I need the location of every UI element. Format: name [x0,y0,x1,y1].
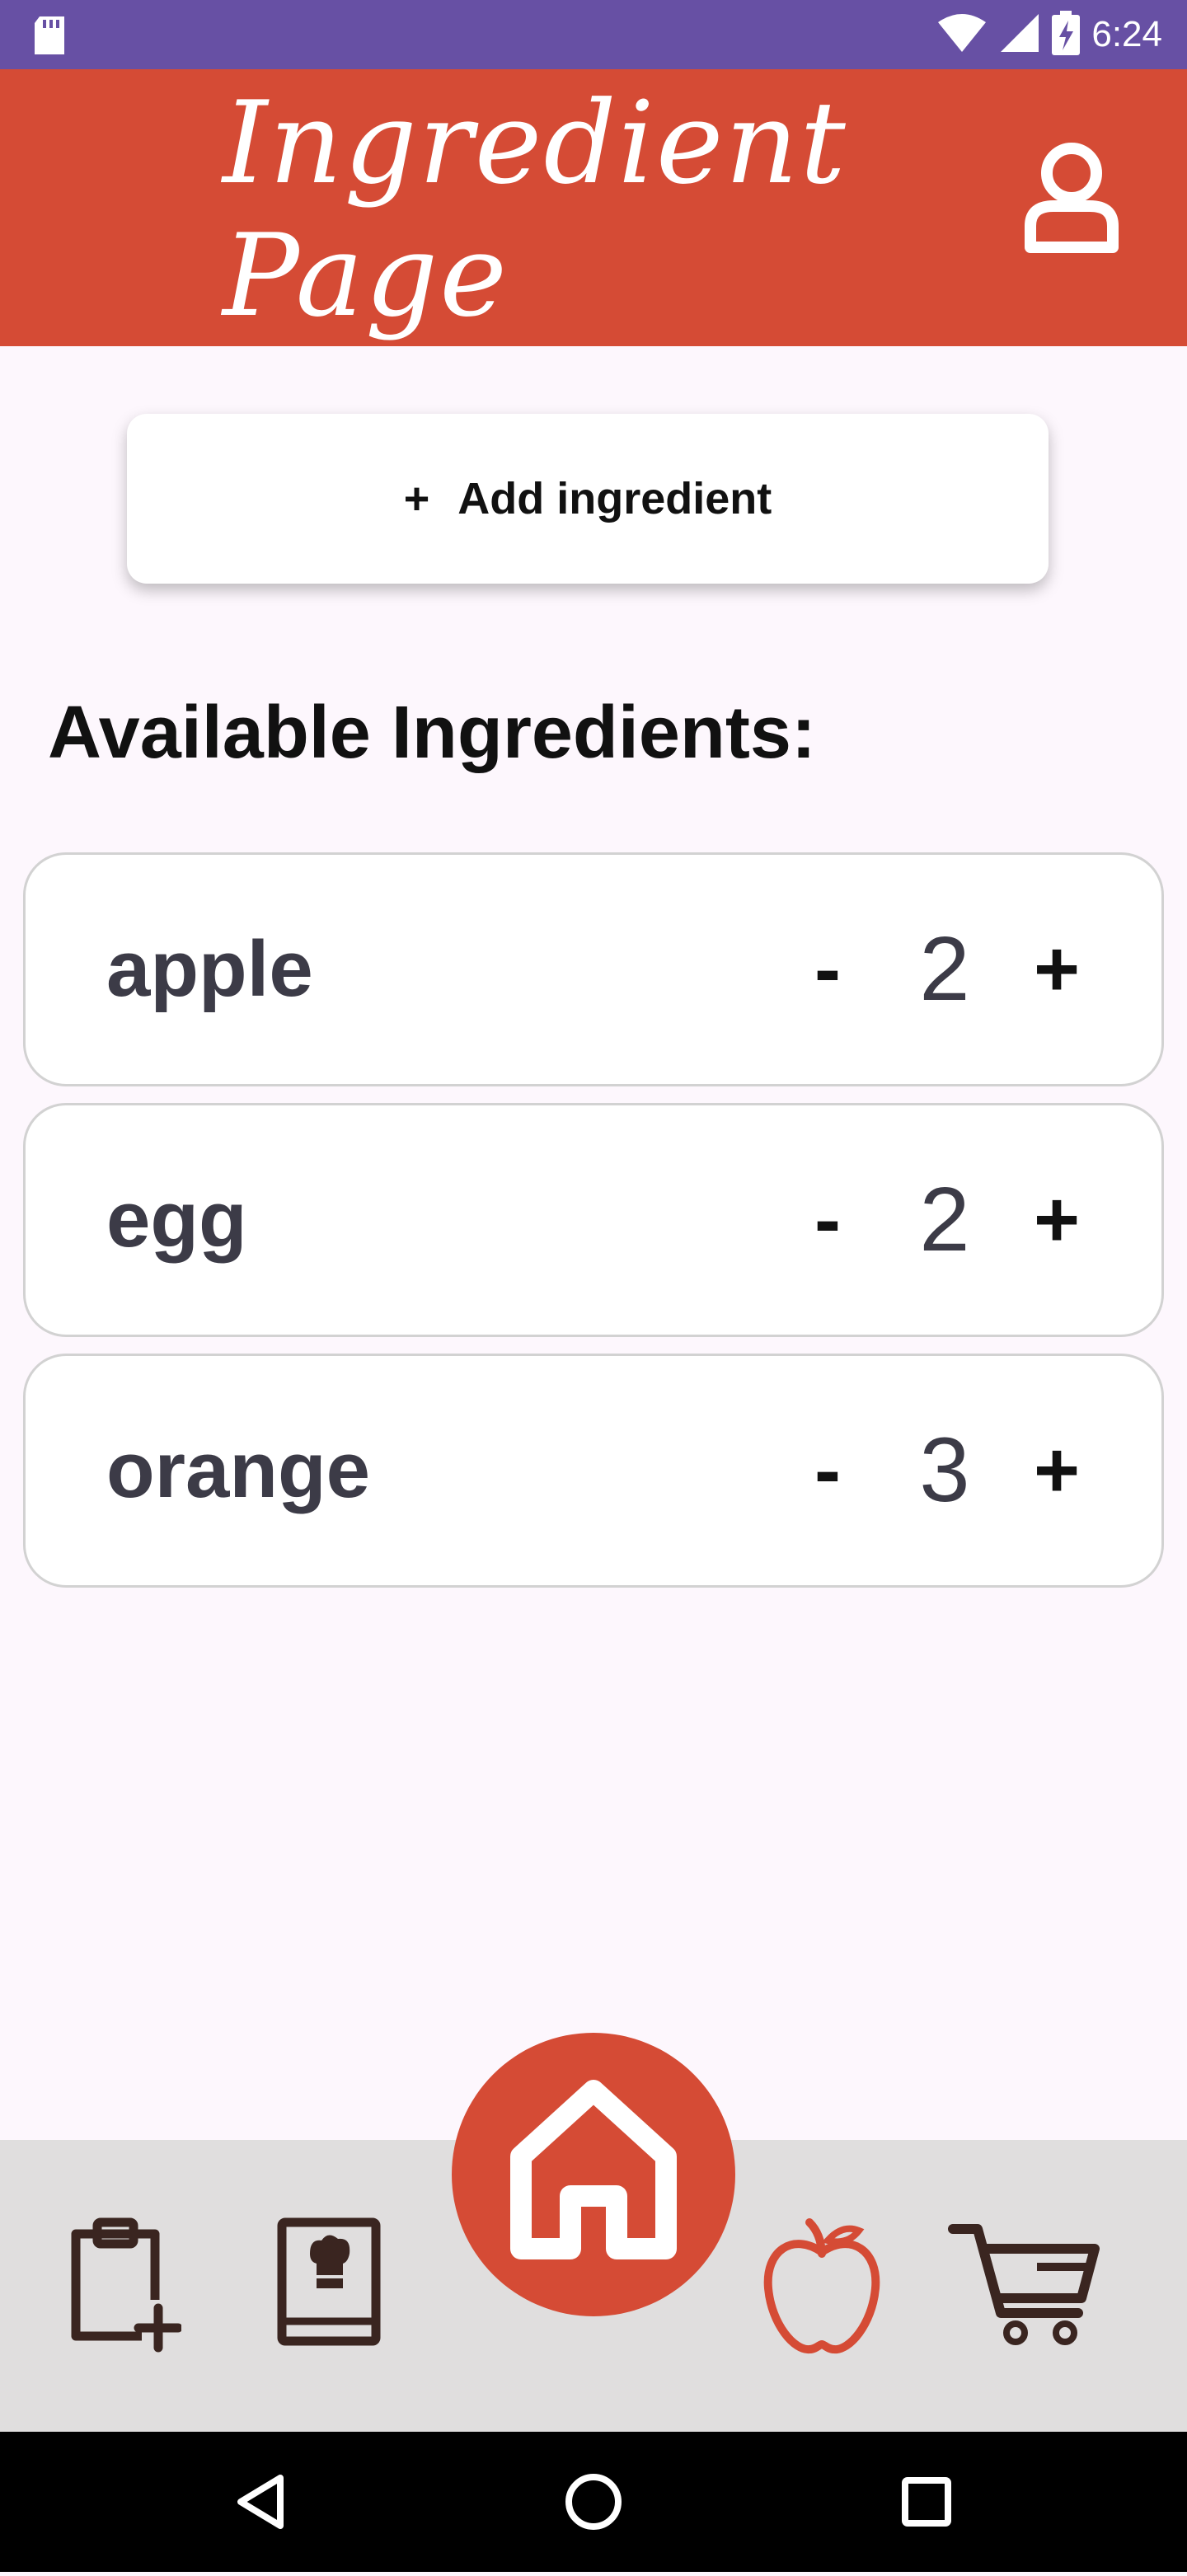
user-icon [1025,143,1119,253]
increase-button[interactable]: + [1011,855,1102,1084]
plus-icon: + [403,474,430,523]
wifi-icon [936,12,988,58]
recipe-book-icon [277,2217,381,2346]
system-nav-bar [0,2432,1187,2572]
ingredient-quantity: 2 [919,918,970,1020]
ingredient-row: egg - 2 + [23,1103,1164,1337]
ingredient-name: apple [106,925,313,1013]
status-time: 6:24 [1091,14,1162,54]
home-button[interactable] [452,2033,735,2316]
home-system-button[interactable] [536,2432,651,2572]
decrease-button[interactable]: - [782,855,873,1084]
circle-home-icon [565,2474,622,2530]
status-bar: 6:24 [0,0,1187,69]
apple-icon [763,2218,880,2353]
back-icon [237,2475,284,2529]
decrease-button[interactable]: - [782,1356,873,1585]
sd-card-icon [31,15,68,60]
app-header: Ingredient Page [0,69,1187,346]
back-button[interactable] [203,2432,318,2572]
home-icon [510,2080,677,2259]
ingredient-quantity: 2 [919,1169,970,1270]
nav-add-recipe[interactable] [66,2216,183,2360]
signal-icon [999,12,1040,58]
clipboard-add-icon [71,2217,183,2353]
ingredient-row: orange - 3 + [23,1354,1164,1588]
increase-button[interactable]: + [1011,1105,1102,1335]
ingredient-name: egg [106,1175,247,1264]
ingredient-name: orange [106,1426,371,1514]
battery-charging-icon [1052,10,1081,59]
cart-icon [948,2224,1100,2345]
ingredient-quantity: 3 [919,1419,970,1521]
section-title: Available Ingredients: [48,692,816,774]
nav-recipes[interactable] [275,2216,382,2352]
nav-cart[interactable] [946,2216,1103,2352]
nav-ingredients[interactable] [760,2216,884,2360]
recents-button[interactable] [869,2432,984,2572]
ingredient-row: apple - 2 + [23,852,1164,1086]
square-recents-icon [902,2477,951,2527]
add-ingredient-button[interactable]: + Add ingredient [127,414,1049,584]
page-title: Ingredient Page [223,77,847,342]
increase-button[interactable]: + [1011,1356,1102,1585]
decrease-button[interactable]: - [782,1105,873,1335]
add-ingredient-label: Add ingredient [457,474,772,523]
profile-button[interactable] [1022,140,1121,256]
